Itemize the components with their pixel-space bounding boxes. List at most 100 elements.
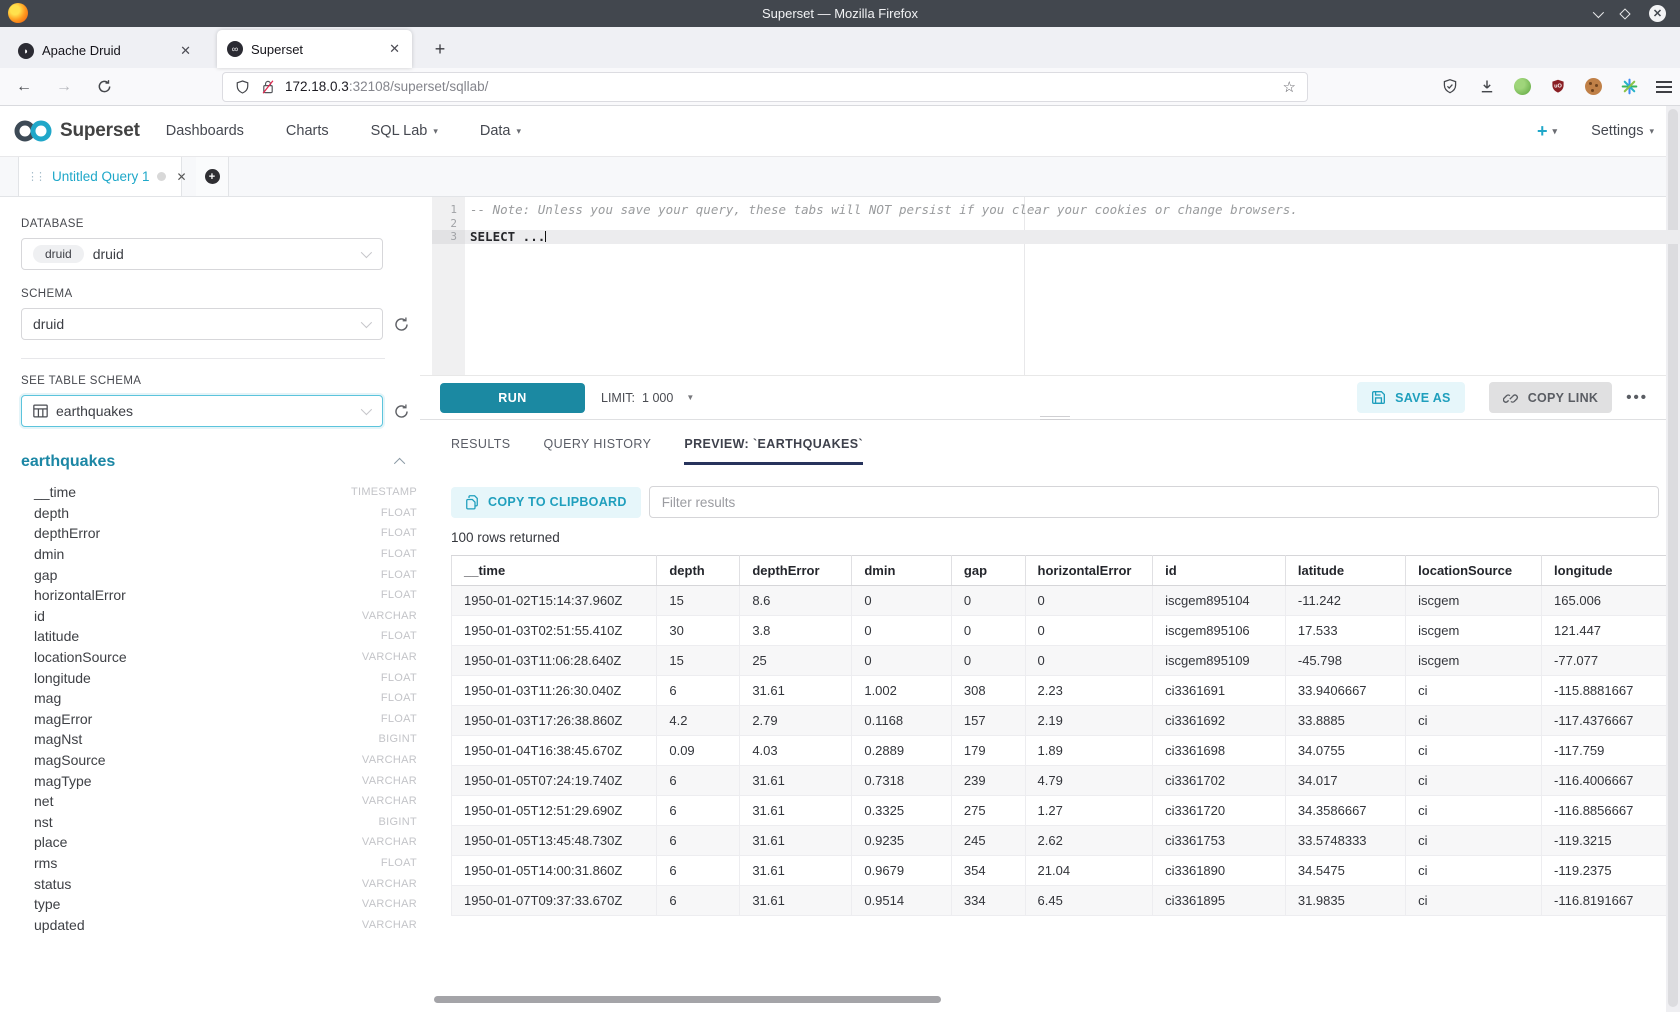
- table-row[interactable]: 1950-01-05T07:24:19.740Z631.610.73182394…: [452, 766, 1680, 796]
- nav-item-data[interactable]: Data▾: [480, 123, 521, 139]
- column-header[interactable]: gap: [951, 556, 1025, 586]
- schema-column-row[interactable]: __timeTIMESTAMP: [21, 482, 417, 503]
- table-select[interactable]: earthquakes: [21, 395, 383, 427]
- browser-tab-superset[interactable]: ∞ Superset ✕: [217, 30, 412, 68]
- table-row[interactable]: 1950-01-03T11:06:28.640Z1525000iscgem895…: [452, 646, 1680, 676]
- column-header[interactable]: __time: [452, 556, 657, 586]
- menu-icon[interactable]: [1656, 81, 1672, 93]
- column-header[interactable]: horizontalError: [1025, 556, 1153, 586]
- column-header[interactable]: latitude: [1285, 556, 1405, 586]
- refresh-table-icon[interactable]: [393, 403, 410, 420]
- cookie-extension-icon[interactable]: [1585, 78, 1602, 95]
- nav-item-charts[interactable]: Charts: [286, 123, 329, 139]
- table-row[interactable]: 1950-01-03T17:26:38.860Z4.22.790.1168157…: [452, 706, 1680, 736]
- schema-column-row[interactable]: magNstBIGINT: [21, 729, 417, 750]
- ublock-icon[interactable]: uO: [1548, 77, 1568, 97]
- results-tab-preview-earthquakes[interactable]: PREVIEW: `EARTHQUAKES`: [684, 437, 863, 465]
- column-header[interactable]: locationSource: [1406, 556, 1542, 586]
- schema-column-row[interactable]: updatedVARCHAR: [21, 914, 417, 935]
- filter-results-input[interactable]: [649, 486, 1659, 518]
- schema-column-row[interactable]: latitudeFLOAT: [21, 626, 417, 647]
- back-icon[interactable]: ←: [14, 77, 34, 97]
- query-tab-active[interactable]: ⋮⋮ Untitled Query 1 ✕: [18, 157, 182, 196]
- schema-column-row[interactable]: depthErrorFLOAT: [21, 523, 417, 544]
- drag-grip-icon[interactable]: ⋮⋮: [27, 170, 43, 183]
- column-header[interactable]: depth: [657, 556, 740, 586]
- refresh-schema-icon[interactable]: [393, 316, 410, 333]
- bookmark-star-icon[interactable]: ☆: [1283, 78, 1296, 96]
- table-row[interactable]: 1950-01-02T15:14:37.960Z158.6000iscgem89…: [452, 586, 1680, 616]
- column-header[interactable]: dmin: [852, 556, 952, 586]
- copy-link-button[interactable]: COPY LINK: [1489, 382, 1613, 413]
- schema-column-row[interactable]: magTypeVARCHAR: [21, 770, 417, 791]
- downloads-icon[interactable]: [1477, 77, 1497, 97]
- schema-column-row[interactable]: magFLOAT: [21, 688, 417, 709]
- query-tab-close-icon[interactable]: ✕: [177, 170, 187, 184]
- browser-tab-apache-druid[interactable]: ◗ Apache Druid ✕: [8, 33, 203, 68]
- database-select[interactable]: druid druid: [21, 238, 383, 270]
- tab-close-icon[interactable]: ✕: [387, 41, 402, 57]
- editor-line[interactable]: 2: [432, 217, 1680, 231]
- schema-column-row[interactable]: gapFLOAT: [21, 564, 417, 585]
- limit-dropdown[interactable]: LIMIT: 1 000 ▼: [601, 391, 694, 405]
- schema-column-row[interactable]: depthFLOAT: [21, 503, 417, 524]
- schema-column-row[interactable]: magSourceVARCHAR: [21, 750, 417, 771]
- table-row[interactable]: 1950-01-05T14:00:31.860Z631.610.96793542…: [452, 856, 1680, 886]
- account-extension-icon[interactable]: [1514, 78, 1531, 95]
- forward-icon[interactable]: →: [54, 77, 74, 97]
- schema-column-row[interactable]: netVARCHAR: [21, 791, 417, 812]
- table-row[interactable]: 1950-01-05T13:45:48.730Z631.610.92352452…: [452, 826, 1680, 856]
- table-row[interactable]: 1950-01-07T09:37:33.670Z631.610.95143346…: [452, 886, 1680, 916]
- table-row[interactable]: 1950-01-03T11:26:30.040Z631.611.0023082.…: [452, 676, 1680, 706]
- results-table-wrap[interactable]: __timedepthdepthErrordmingaphorizontalEr…: [451, 555, 1680, 916]
- nav-item-sql-lab[interactable]: SQL Lab▾: [371, 123, 438, 139]
- schema-column-row[interactable]: horizontalErrorFLOAT: [21, 585, 417, 606]
- column-header[interactable]: id: [1153, 556, 1286, 586]
- schema-column-row[interactable]: longitudeFLOAT: [21, 667, 417, 688]
- tab-close-icon[interactable]: ✕: [178, 43, 193, 59]
- schema-column-row[interactable]: idVARCHAR: [21, 606, 417, 627]
- column-header[interactable]: longitude: [1542, 556, 1673, 586]
- schema-column-row[interactable]: typeVARCHAR: [21, 894, 417, 915]
- schema-column-row[interactable]: statusVARCHAR: [21, 873, 417, 894]
- insecure-lock-icon[interactable]: [261, 79, 275, 95]
- new-query-tab-button[interactable]: +: [196, 157, 229, 196]
- tracking-protection-icon[interactable]: [1440, 77, 1460, 97]
- results-tab-results[interactable]: RESULTS: [451, 437, 511, 465]
- more-actions-icon[interactable]: •••: [1626, 389, 1648, 406]
- editor-line[interactable]: 3SELECT ...: [432, 230, 1680, 244]
- schema-column-row[interactable]: nstBIGINT: [21, 812, 417, 833]
- editor-line[interactable]: 1-- Note: Unless you save your query, th…: [432, 203, 1680, 217]
- window-maximize-icon[interactable]: [1619, 8, 1630, 19]
- pane-drag-handle[interactable]: [1040, 416, 1070, 422]
- vertical-scrollbar-thumb[interactable]: [1668, 109, 1678, 1007]
- sql-editor[interactable]: 1-- Note: Unless you save your query, th…: [420, 197, 1680, 375]
- horizontal-scrollbar[interactable]: [434, 996, 941, 1003]
- add-new-button[interactable]: +▾: [1537, 121, 1557, 142]
- window-minimize-icon[interactable]: [1593, 6, 1604, 17]
- column-header[interactable]: depthError: [740, 556, 852, 586]
- shield-permissions-icon[interactable]: [235, 79, 250, 95]
- schema-column-row[interactable]: placeVARCHAR: [21, 832, 417, 853]
- nav-item-dashboards[interactable]: Dashboards: [166, 123, 244, 139]
- save-as-button[interactable]: SAVE AS: [1357, 382, 1465, 413]
- table-row[interactable]: 1950-01-04T16:38:45.670Z0.094.030.288917…: [452, 736, 1680, 766]
- reload-icon[interactable]: [94, 77, 114, 97]
- schema-column-row[interactable]: magErrorFLOAT: [21, 709, 417, 730]
- window-close-icon[interactable]: ✕: [1649, 5, 1666, 22]
- schema-column-row[interactable]: locationSourceVARCHAR: [21, 647, 417, 668]
- schema-column-row[interactable]: rmsFLOAT: [21, 853, 417, 874]
- run-button[interactable]: RUN: [440, 383, 585, 413]
- collapse-icon[interactable]: [394, 458, 405, 469]
- url-bar[interactable]: 172.18.0.3:32108/superset/sqllab/ ☆: [222, 72, 1308, 102]
- sync-extension-icon[interactable]: [1619, 77, 1639, 97]
- copy-to-clipboard-button[interactable]: COPY TO CLIPBOARD: [451, 487, 641, 518]
- superset-logo[interactable]: Superset: [12, 118, 140, 144]
- table-row[interactable]: 1950-01-05T12:51:29.690Z631.610.33252751…: [452, 796, 1680, 826]
- schema-column-row[interactable]: dminFLOAT: [21, 544, 417, 565]
- schema-select[interactable]: druid: [21, 308, 383, 340]
- settings-menu[interactable]: Settings▾: [1591, 123, 1654, 139]
- table-row[interactable]: 1950-01-03T02:51:55.410Z303.8000iscgem89…: [452, 616, 1680, 646]
- results-tab-query-history[interactable]: QUERY HISTORY: [544, 437, 652, 465]
- new-tab-button[interactable]: +: [424, 33, 456, 65]
